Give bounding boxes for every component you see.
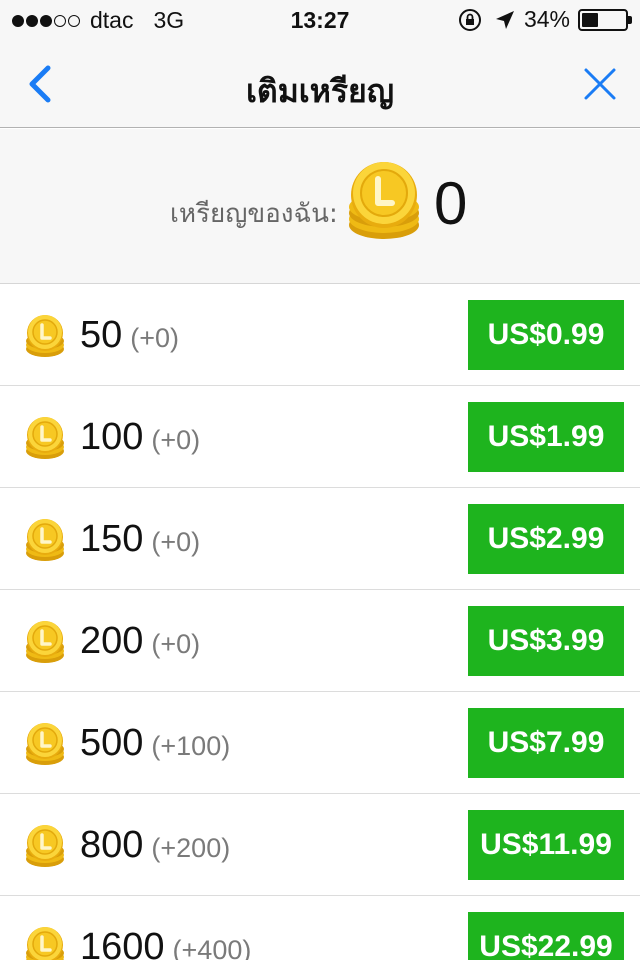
coin-stack-icon	[26, 621, 64, 663]
battery-icon	[578, 8, 632, 31]
coin-amount: 500 (+100)	[80, 722, 230, 765]
coin-amount: 50 (+0)	[80, 314, 179, 357]
coin-amount: 1600 (+400)	[80, 926, 251, 960]
coin-amount-value: 800	[80, 824, 144, 866]
coin-package-row: 50 (+0) US$0.99	[0, 284, 640, 386]
coin-bonus: (+200)	[151, 833, 231, 863]
close-button[interactable]	[580, 64, 620, 104]
coin-bonus: (+0)	[130, 323, 180, 353]
coin-stack-icon	[26, 723, 64, 765]
coin-package-row: 500 (+100) US$7.99	[0, 692, 640, 794]
coin-package-row: 150 (+0) US$2.99	[0, 488, 640, 590]
coin-package-row: 1600 (+400) US$22.99	[0, 896, 640, 960]
coin-bonus: (+0)	[151, 425, 201, 455]
coin-stack-icon	[26, 417, 64, 459]
battery-percent: 34%	[523, 6, 570, 32]
coin-package-row: 800 (+200) US$11.99	[0, 794, 640, 896]
coin-amount-value: 50	[80, 314, 123, 356]
coin-stack-icon	[26, 519, 64, 561]
coin-amount-value: 200	[80, 620, 144, 662]
buy-price-button[interactable]: US$2.99	[468, 504, 624, 574]
coin-package-row: 200 (+0) US$3.99	[0, 590, 640, 692]
battery-level-fill	[582, 12, 598, 27]
buy-price-button[interactable]: US$7.99	[468, 708, 624, 778]
coin-stack-icon	[26, 825, 64, 867]
coin-stack-icon	[349, 162, 419, 239]
balance-value: 0	[434, 170, 468, 237]
coin-bonus: (+400)	[172, 935, 252, 960]
coin-amount: 800 (+200)	[80, 824, 230, 867]
coin-amount: 100 (+0)	[80, 416, 200, 459]
buy-price-button[interactable]: US$22.99	[468, 912, 624, 960]
coin-amount-value: 100	[80, 416, 144, 458]
buy-price-button[interactable]: US$3.99	[468, 606, 624, 676]
page-title: เติมเหรียญ	[245, 72, 395, 110]
coin-package-row: 100 (+0) US$1.99	[0, 386, 640, 488]
coin-bonus: (+100)	[151, 731, 231, 761]
coin-stack-icon	[26, 927, 64, 960]
coin-balance-panel: เหรียญของฉัน: 0	[0, 129, 640, 284]
status-right-group: 34%	[458, 6, 632, 33]
navigation-bar: เติมเหรียญ	[0, 40, 640, 128]
coin-bonus: (+0)	[151, 527, 201, 557]
rotation-lock-icon	[458, 8, 482, 32]
coin-amount: 150 (+0)	[80, 518, 200, 561]
buy-price-button[interactable]: US$0.99	[468, 300, 624, 370]
coin-amount-value: 1600	[80, 926, 165, 960]
coin-stack-icon	[26, 315, 64, 357]
buy-price-button[interactable]: US$11.99	[468, 810, 624, 880]
status-bar: dtac 3G 13:27 34%	[0, 0, 640, 40]
location-arrow-icon	[494, 9, 516, 31]
close-icon	[584, 68, 616, 100]
balance-label: เหรียญของฉัน:	[170, 199, 338, 229]
coin-amount-value: 150	[80, 518, 144, 560]
buy-price-button[interactable]: US$1.99	[468, 402, 624, 472]
coin-bonus: (+0)	[151, 629, 201, 659]
coin-amount-value: 500	[80, 722, 144, 764]
coin-package-list: 50 (+0) US$0.99 100 (+0) US$1.99 150 (+0…	[0, 284, 640, 960]
coin-amount: 200 (+0)	[80, 620, 200, 663]
